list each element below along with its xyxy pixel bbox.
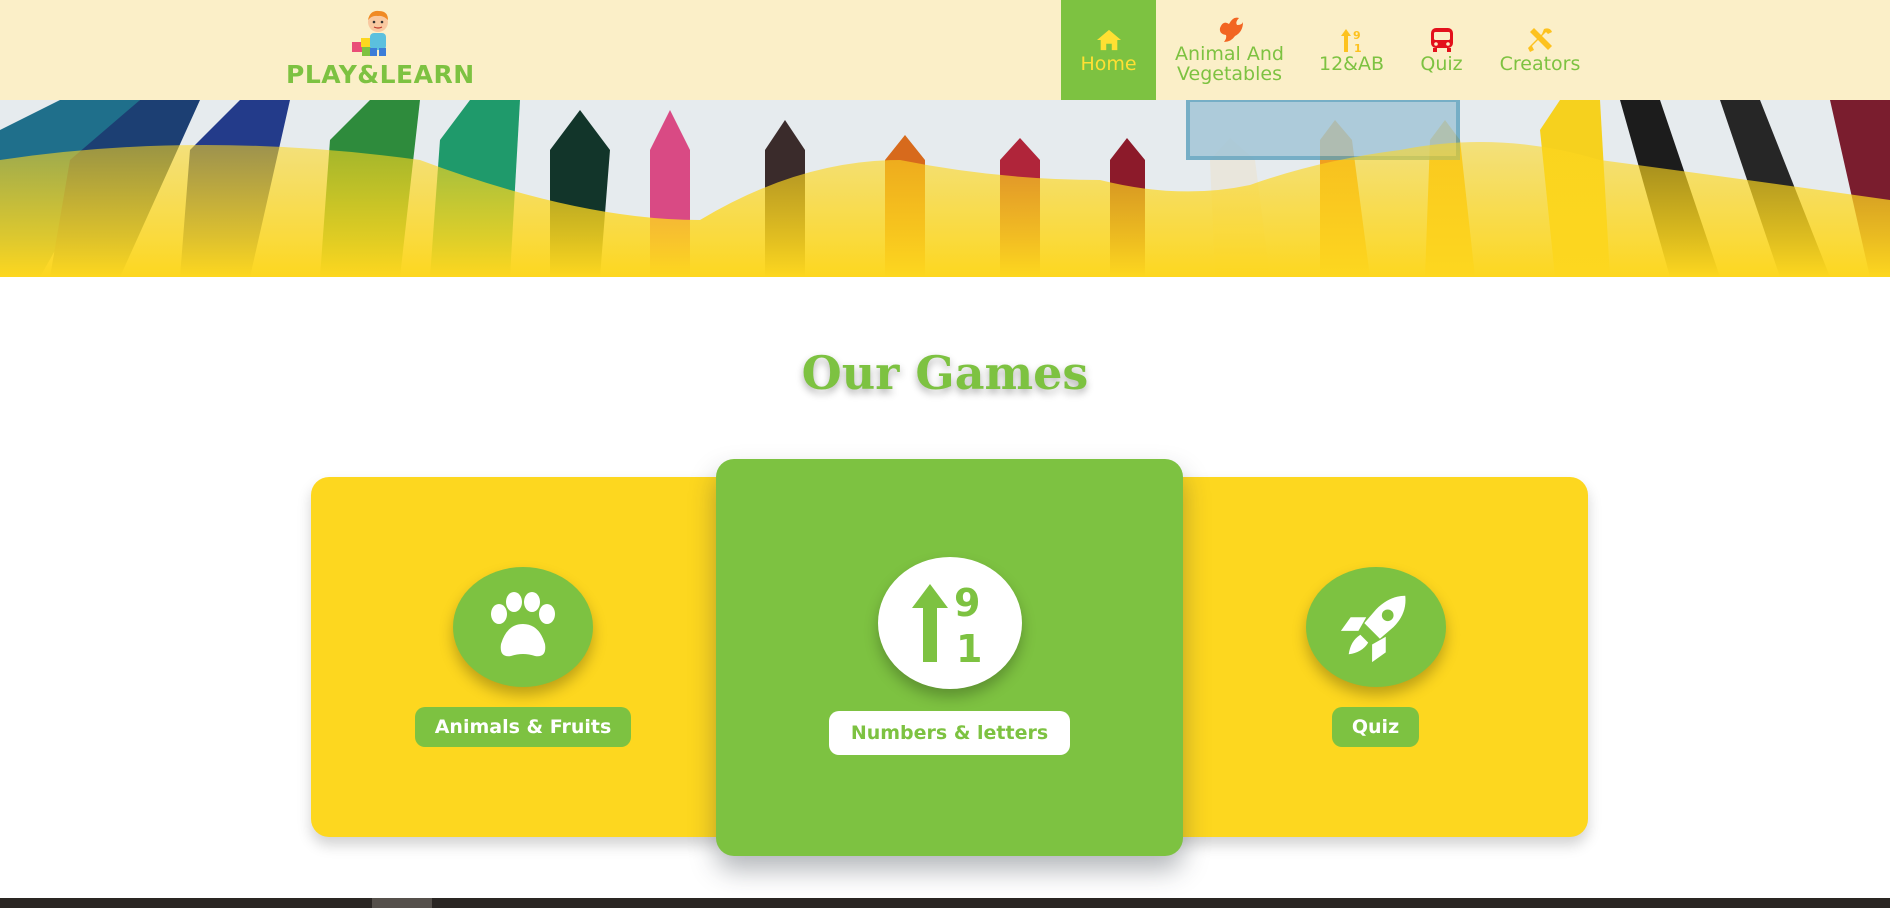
home-icon (1094, 26, 1124, 54)
footer-mark (372, 898, 432, 908)
sort-numeric-icon: 9 1 (1337, 26, 1367, 54)
nav-12ab[interactable]: 9 1 12&AB (1303, 0, 1400, 100)
game-label: Animals & Fruits (414, 707, 632, 747)
game-card-animals-fruits[interactable]: Animals & Fruits (311, 477, 735, 837)
top-navbar: PLAY&LEARN Home Animal And Vegetables 9 … (0, 0, 1890, 100)
site-logo[interactable]: PLAY&LEARN (286, 8, 475, 92)
colored-pencils-image (0, 100, 1890, 277)
game-icon-circle: 9 1 (877, 557, 1022, 689)
main-nav: Home Animal And Vegetables 9 1 12&AB Qui… (1061, 0, 1597, 100)
game-card-quiz[interactable]: Quiz (1163, 477, 1588, 837)
svg-text:9: 9 (954, 581, 980, 625)
game-icon-circle (1305, 567, 1446, 687)
game-label: Quiz (1331, 707, 1420, 747)
section-title: Our Games (801, 346, 1089, 400)
svg-text:9: 9 (1353, 29, 1361, 42)
nav-animal-and-vegetables[interactable]: Animal And Vegetables (1156, 0, 1303, 100)
nav-creators[interactable]: Creators (1483, 0, 1597, 100)
game-label: Numbers & letters (828, 711, 1071, 755)
game-card-numbers-letters[interactable]: 9 1 Numbers & letters (716, 459, 1183, 856)
nav-home-label: Home (1080, 53, 1137, 75)
nav-home[interactable]: Home (1061, 0, 1156, 100)
nav-animal-label-line2: Vegetables (1177, 63, 1282, 85)
bird-icon (1215, 16, 1245, 44)
bus-icon (1427, 26, 1457, 54)
tools-icon (1525, 26, 1555, 54)
svg-text:1: 1 (956, 627, 982, 668)
hero-banner (0, 100, 1890, 277)
rocket-icon (1340, 595, 1405, 663)
nav-quiz[interactable]: Quiz (1400, 0, 1483, 100)
nav-animal-label-line1: Animal And (1175, 43, 1284, 65)
brand-name: PLAY&LEARN (286, 60, 475, 89)
footer-edge (0, 898, 1890, 908)
sort-numeric-up-icon: 9 1 (911, 581, 982, 668)
paw-icon (491, 592, 555, 657)
game-icon-circle (453, 567, 593, 687)
nav-12ab-label: 12&AB (1318, 53, 1385, 75)
kid-mascot-icon (352, 10, 388, 56)
nav-quiz-label: Quiz (1420, 53, 1463, 75)
nav-creators-label: Creators (1499, 53, 1581, 75)
